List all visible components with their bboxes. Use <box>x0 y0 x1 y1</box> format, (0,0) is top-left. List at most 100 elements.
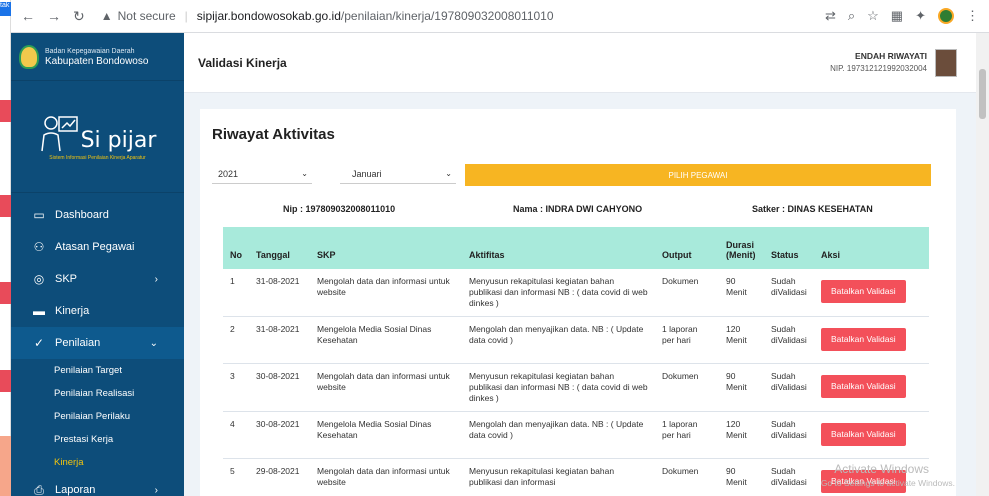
sidebar-item-label: SKP <box>55 273 78 285</box>
sidebar-item-label: Laporan <box>55 484 96 496</box>
check-icon: ✓ <box>33 336 45 350</box>
background-block <box>0 100 11 122</box>
org-brand[interactable]: Badan Kepegawaian Daerah Kabupaten Bondo… <box>11 33 184 81</box>
col-aktifitas: Aktifitas <box>462 227 655 269</box>
browser-toolbar: ← → ↻ ▲ Not secure | sipijar.bondowosoka… <box>11 0 989 33</box>
browser-actions: ⇄ ⌕ ☆ ▦ ✦ ⋮ <box>825 8 989 24</box>
submenu-kinerja[interactable]: Kinerja <box>11 451 184 474</box>
cell-durasi: 120 Menit <box>719 316 764 364</box>
security-label: Not secure <box>117 9 176 23</box>
sidebar-item-label: Dashboard <box>55 209 109 221</box>
back-icon[interactable]: ← <box>21 8 35 24</box>
cell-aksi: Batalkan Validasi <box>814 316 929 364</box>
sidebar-item-penilaian[interactable]: ✓ Penilaian ⌄ <box>11 327 184 359</box>
submenu-penilaian-realisasi[interactable]: Penilaian Realisasi <box>11 382 184 405</box>
cell-durasi: 120 Menit <box>719 411 764 459</box>
background-block <box>0 436 11 496</box>
activity-card: Riwayat Aktivitas 2021 ⌄ Januari ⌄ PILIH… <box>200 109 956 496</box>
org-text: Badan Kepegawaian Daerah Kabupaten Bondo… <box>45 47 148 67</box>
zoom-icon[interactable]: ⌕ <box>848 8 855 24</box>
page-scrollbar[interactable] <box>976 33 989 496</box>
cell-tanggal: 30-08-2021 <box>249 411 310 459</box>
sidebar-item-skp[interactable]: ◎ SKP › <box>11 263 184 295</box>
screen: tak ← → ↻ ▲ Not secure | sipijar.bondowo… <box>0 0 989 496</box>
table-header: No Tanggal SKP Aktifitas Output Durasi (… <box>223 227 929 269</box>
app-tagline: Sistem Informasi Penilaian Kinerja Apara… <box>49 154 146 161</box>
cancel-validation-button[interactable]: Batalkan Validasi <box>821 328 906 351</box>
address-divider: | <box>184 9 188 23</box>
url-path: /penilaian/kinerja/197809032008011010 <box>340 9 554 23</box>
cancel-validation-button[interactable]: Batalkan Validasi <box>821 280 906 303</box>
background-block <box>0 195 11 217</box>
org-line1: Badan Kepegawaian Daerah <box>45 47 135 55</box>
cell-aktifitas: Menyusun rekapitulasi kegiatan bahan pub… <box>462 269 655 317</box>
reload-icon[interactable]: ↻ <box>73 8 85 25</box>
puzzle-icon[interactable]: ✦ <box>915 8 926 24</box>
chevron-down-icon: ⌄ <box>301 169 308 178</box>
avatar[interactable] <box>935 48 957 77</box>
warning-icon: ▲ <box>100 9 113 23</box>
activation-watermark-title: Activate Windows <box>834 462 929 476</box>
cancel-validation-button[interactable]: Batalkan Validasi <box>821 375 906 398</box>
table-row: 4 30-08-2021 Mengelola Media Sosial Dina… <box>223 411 929 459</box>
cell-output: 1 laporan per hari <box>655 316 719 364</box>
submenu-prestasi-kerja[interactable]: Prestasi Kerja <box>11 428 184 451</box>
sidebar-item-atasan-pegawai[interactable]: ⚇ Atasan Pegawai <box>11 231 184 263</box>
app-name: Si pijar <box>80 127 157 153</box>
employee-satker: Satker : DINAS KESEHATAN <box>752 204 873 214</box>
extension-icon[interactable]: ▦ <box>891 8 903 24</box>
forward-icon[interactable]: → <box>47 8 61 24</box>
sidebar-item-kinerja[interactable]: ▬ Kinerja <box>11 295 184 327</box>
menu-icon[interactable]: ⋮ <box>966 8 979 24</box>
cell-skp: Mengelola Media Sosial Dinas Kesehatan <box>310 316 462 364</box>
submenu-penilaian-target[interactable]: Penilaian Target <box>11 359 184 382</box>
profile-icon[interactable] <box>938 8 954 24</box>
submenu-penilaian-perilaku[interactable]: Penilaian Perilaku <box>11 405 184 428</box>
user-name: ENDAH RIWAYATI <box>855 51 927 61</box>
cell-tanggal: 29-08-2021 <box>249 458 310 496</box>
pick-employee-button[interactable]: PILIH PEGAWAI <box>465 164 931 186</box>
cell-status: Sudah diValidasi <box>764 269 814 317</box>
cell-no: 4 <box>223 411 249 459</box>
cell-tanggal: 30-08-2021 <box>249 363 310 412</box>
table-header-row: No Tanggal SKP Aktifitas Output Durasi (… <box>223 227 929 269</box>
year-select[interactable]: 2021 ⌄ <box>212 164 312 184</box>
month-select[interactable]: Januari ⌄ <box>340 164 456 184</box>
url-text[interactable]: sipijar.bondowosokab.go.id/penilaian/kin… <box>197 9 554 23</box>
col-output: Output <box>655 227 719 269</box>
cell-aksi: Batalkan Validasi <box>814 269 929 317</box>
month-value: Januari <box>352 168 382 179</box>
chevron-down-icon: ⌄ <box>149 337 158 349</box>
col-tanggal: Tanggal <box>249 227 310 269</box>
cell-status: Sudah diValidasi <box>764 411 814 459</box>
cell-skp: Mengelola Media Sosial Dinas Kesehatan <box>310 411 462 459</box>
user-nip: NIP. 197312121992032004 <box>830 64 927 73</box>
penilaian-submenu: Penilaian Target Penilaian Realisasi Pen… <box>11 359 184 474</box>
cell-durasi: 90 Menit <box>719 458 764 496</box>
col-no: No <box>223 227 249 269</box>
app-art: Si pijar <box>39 113 157 153</box>
presenter-icon <box>40 115 78 151</box>
monitor-icon: ▭ <box>33 208 45 222</box>
activation-watermark-subtitle: Go to Settings to activate Windows. <box>820 478 955 488</box>
translate-icon[interactable]: ⇄ <box>825 8 836 24</box>
star-icon[interactable]: ☆ <box>867 8 879 24</box>
address-bar[interactable]: ▲ Not secure | sipijar.bondowosokab.go.i… <box>101 9 554 23</box>
sidebar: Badan Kepegawaian Daerah Kabupaten Bondo… <box>11 33 184 496</box>
cancel-validation-button[interactable]: Batalkan Validasi <box>821 423 906 446</box>
cell-aksi: Batalkan Validasi <box>814 411 929 459</box>
background-block <box>0 370 11 392</box>
main-content: Validasi Kinerja ENDAH RIWAYATI NIP. 197… <box>184 33 989 496</box>
cell-aktifitas: Menyusun rekapitulasi kegiatan bahan pub… <box>462 458 655 496</box>
user-info[interactable]: ENDAH RIWAYATI NIP. 197312121992032004 <box>830 48 989 77</box>
sidebar-item-dashboard[interactable]: ▭ Dashboard <box>11 199 184 231</box>
background-tab[interactable]: tak <box>0 2 11 16</box>
scrollbar-thumb[interactable] <box>979 69 986 119</box>
cell-output: Dokumen <box>655 363 719 412</box>
col-skp: SKP <box>310 227 462 269</box>
user-icon: ⚇ <box>33 240 45 254</box>
sidebar-item-laporan[interactable]: ⎙ Laporan › <box>11 474 184 496</box>
org-line2: Kabupaten Bondowoso <box>45 55 149 67</box>
cell-no: 3 <box>223 363 249 412</box>
app-logo[interactable]: Si pijar Sistem Informasi Penilaian Kine… <box>11 81 184 193</box>
